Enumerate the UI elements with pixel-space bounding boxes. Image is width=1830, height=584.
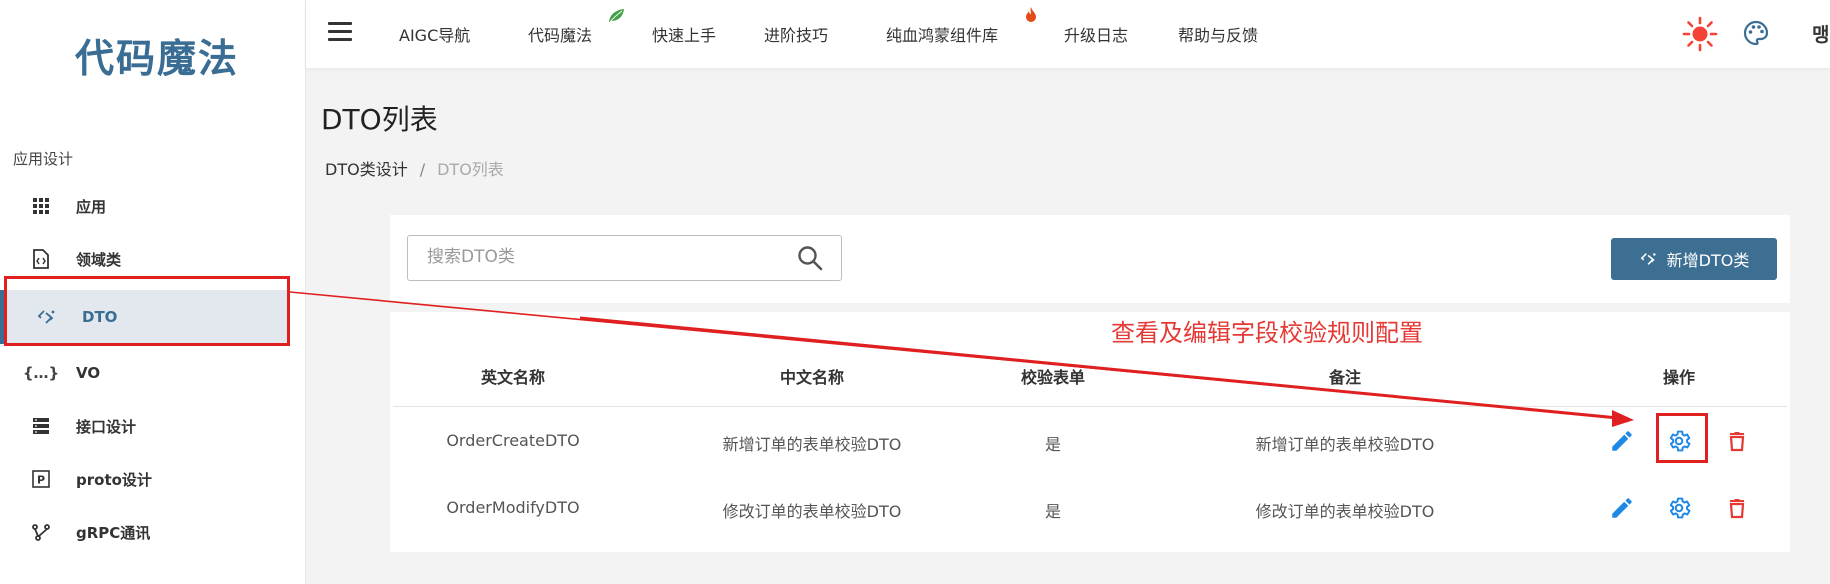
sidebar-item-domain-class[interactable]: 领域类 <box>0 234 292 284</box>
dto-transform-icon <box>1640 253 1656 265</box>
search-input[interactable] <box>409 237 797 277</box>
proto-p-icon: P <box>30 470 52 488</box>
annotation-text: 查看及编辑字段校验规则配置 <box>1111 319 1423 347</box>
top-nav: AIGC导航 代码魔法 快速上手 进阶技巧 纯血鸿蒙组件库 升级日志 帮助与反馈… <box>306 0 1830 68</box>
grid-icon <box>30 197 52 215</box>
table-card <box>390 312 1790 552</box>
page-title: DTO列表 <box>321 103 438 136</box>
curly-braces-icon: {…} <box>22 364 60 382</box>
sidebar-item-label: 接口设计 <box>76 417 137 436</box>
breadcrumb-parent-link[interactable]: DTO类设计 <box>325 160 408 179</box>
table-header-en-name: 英文名称 <box>480 368 546 387</box>
edit-icon[interactable] <box>1609 495 1635 525</box>
code-file-icon <box>30 249 52 269</box>
table-header-remark: 备注 <box>1328 368 1362 387</box>
sidebar-item-label: gRPC通讯 <box>76 523 151 542</box>
edit-icon[interactable] <box>1609 428 1635 458</box>
delete-icon[interactable] <box>1725 428 1749 458</box>
nav-item-harmony-components[interactable]: 纯血鸿蒙组件库 <box>886 22 998 46</box>
leaf-icon <box>607 8 625 28</box>
sidebar-item-label: proto设计 <box>76 470 152 489</box>
cell-cn-name: 新增订单的表单校验DTO <box>722 435 902 454</box>
table-header-cn-name: 中文名称 <box>779 368 845 387</box>
breadcrumb-current: DTO列表 <box>437 160 504 179</box>
cell-en-name: OrderCreateDTO <box>446 431 580 450</box>
search-box <box>407 235 842 281</box>
sidebar-item-label: 领域类 <box>76 250 122 269</box>
nav-item-aigc[interactable]: AIGC导航 <box>399 22 470 46</box>
sidebar-section-label: 应用设计 <box>13 150 74 168</box>
sidebar-item-proto-design[interactable]: P proto设计 <box>0 454 292 504</box>
nav-item-advanced[interactable]: 进阶技巧 <box>764 22 828 46</box>
sidebar-item-api-design[interactable]: 接口设计 <box>0 401 292 451</box>
sidebar-item-dto[interactable]: DTO <box>0 290 290 344</box>
sun-theme-icon[interactable] <box>1682 16 1718 56</box>
cell-validation-form: 是 <box>1044 435 1062 454</box>
breadcrumb-separator: / <box>419 160 426 179</box>
nav-item-help[interactable]: 帮助与反馈 <box>1178 22 1258 46</box>
gear-icon[interactable] <box>1666 495 1692 525</box>
sidebar: 代码魔法 应用设计 应用 领域类 DTO {…} VO 接口设计 P proto… <box>0 0 306 584</box>
table-header-validation-form: 校验表单 <box>1020 368 1086 387</box>
sidebar-item-vo[interactable]: {…} VO <box>0 348 292 398</box>
search-card: 新增DTO类 <box>390 215 1790 303</box>
cell-en-name: OrderModifyDTO <box>446 498 580 517</box>
sidebar-item-grpc[interactable]: gRPC通讯 <box>0 507 292 557</box>
add-dto-button[interactable]: 新增DTO类 <box>1611 238 1777 280</box>
server-icon <box>30 417 52 435</box>
cell-validation-form: 是 <box>1044 502 1062 521</box>
sidebar-item-label: VO <box>76 364 101 382</box>
flame-icon <box>1025 6 1037 26</box>
search-icon[interactable] <box>797 245 823 275</box>
sidebar-item-label: DTO <box>82 308 118 326</box>
app-logo[interactable]: 代码魔法 <box>75 28 239 84</box>
cell-remark: 新增订单的表单校验DTO <box>1255 435 1435 454</box>
table-header-actions: 操作 <box>1662 368 1696 387</box>
sidebar-item-label: 应用 <box>76 197 107 216</box>
nav-item-changelog[interactable]: 升级日志 <box>1064 22 1128 46</box>
nav-item-code-magic[interactable]: 代码魔法 <box>528 22 592 46</box>
add-dto-button-label: 新增DTO类 <box>1666 251 1750 270</box>
user-menu-truncated[interactable]: 맹 <box>1812 20 1829 47</box>
svg-text:P: P <box>37 474 45 487</box>
sidebar-item-app[interactable]: 应用 <box>0 181 292 231</box>
palette-icon[interactable] <box>1743 20 1769 50</box>
table-header-divider <box>393 406 1787 407</box>
grpc-branch-icon <box>30 523 52 541</box>
dto-transform-icon <box>36 308 58 326</box>
gear-icon[interactable] <box>1666 428 1692 458</box>
cell-remark: 修改订单的表单校验DTO <box>1255 502 1435 521</box>
hamburger-menu-icon[interactable] <box>328 22 352 44</box>
breadcrumb: DTO类设计 / DTO列表 <box>325 156 504 180</box>
nav-item-quickstart[interactable]: 快速上手 <box>652 22 716 46</box>
cell-cn-name: 修改订单的表单校验DTO <box>722 502 902 521</box>
delete-icon[interactable] <box>1725 495 1749 525</box>
